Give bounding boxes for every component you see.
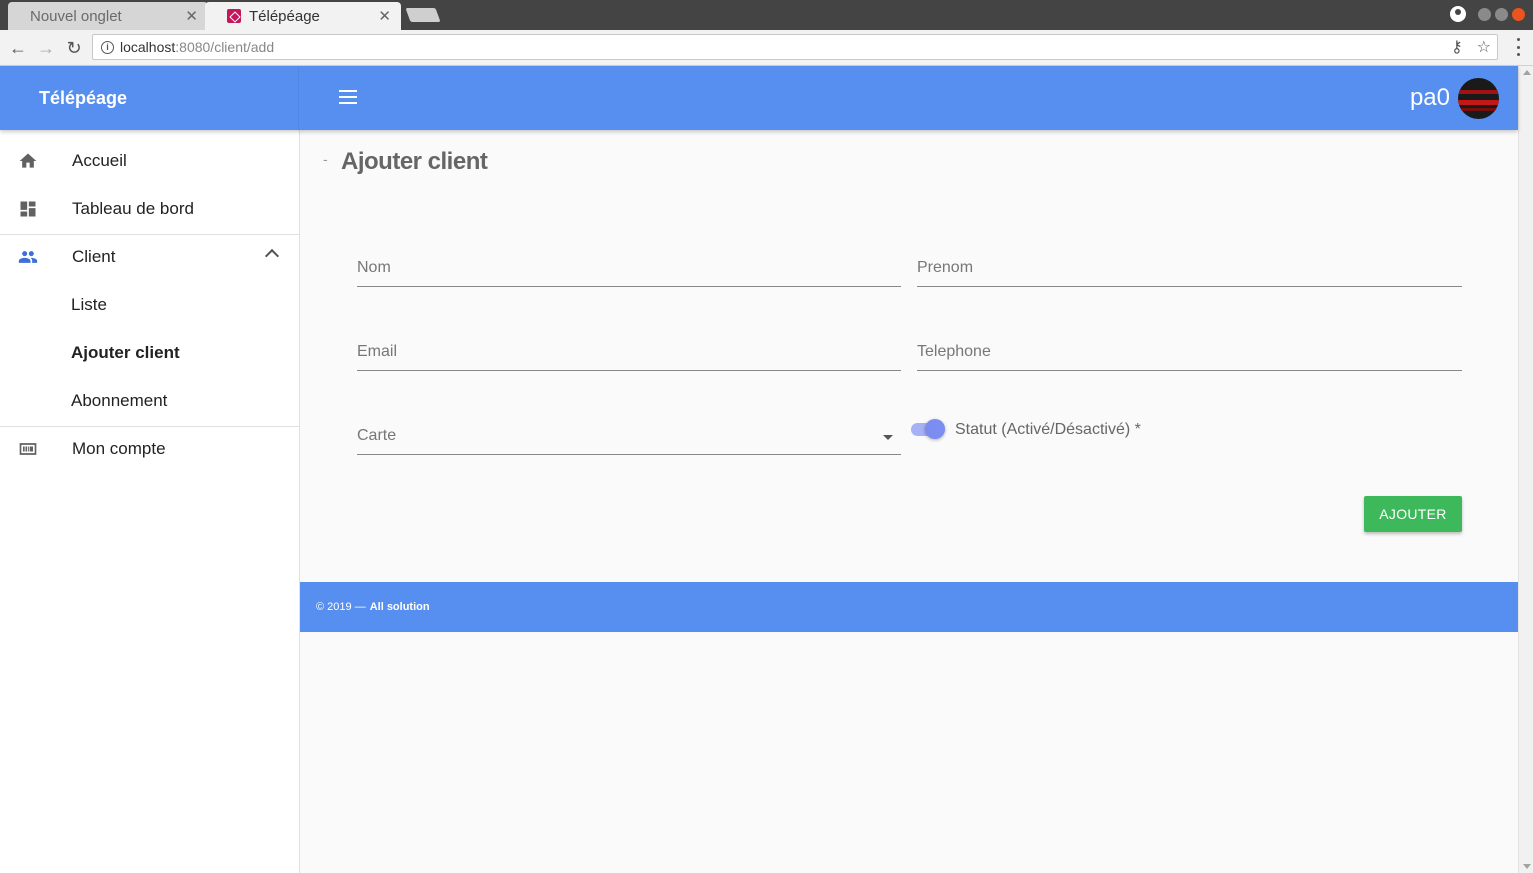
dashboard-icon bbox=[20, 201, 36, 217]
email-placeholder: Email bbox=[357, 343, 398, 360]
info-icon[interactable]: i bbox=[101, 40, 114, 54]
sidebar-item-label: Accueil bbox=[72, 151, 127, 170]
carte-placeholder: Carte bbox=[357, 427, 397, 444]
nom-placeholder: Nom bbox=[357, 259, 391, 276]
statut-toggle[interactable] bbox=[911, 419, 945, 439]
footer-copyright: © 2019 — bbox=[316, 601, 366, 613]
profile-icon[interactable] bbox=[1450, 6, 1466, 22]
chevron-up-icon[interactable] bbox=[264, 248, 280, 264]
sidebar-item-label: Liste bbox=[71, 295, 107, 314]
browser-tabstrip: Nouvel onglet ✕ Télépéage ✕ bbox=[0, 0, 1533, 30]
favicon-icon bbox=[227, 9, 241, 23]
telephone-placeholder: Telephone bbox=[917, 343, 991, 360]
brand-title[interactable]: Télépéage bbox=[0, 66, 299, 130]
forward-icon[interactable]: → bbox=[34, 36, 58, 60]
url-host: localhost bbox=[120, 39, 176, 55]
close-icon[interactable]: ✕ bbox=[378, 7, 391, 25]
reload-icon[interactable]: ↻ bbox=[62, 36, 86, 60]
maximize-button[interactable] bbox=[1495, 7, 1508, 21]
people-icon bbox=[18, 251, 38, 263]
statut-label: Statut (Activé/Désactivé) * bbox=[955, 421, 1141, 438]
url-path: :8080/client/add bbox=[175, 39, 275, 55]
ajouter-button[interactable]: AJOUTER bbox=[1364, 496, 1462, 532]
dropdown-arrow-icon[interactable] bbox=[883, 435, 893, 440]
scroll-up-icon[interactable] bbox=[1523, 70, 1531, 75]
sidebar: Accueil Tableau de bord Client Liste Ajo… bbox=[0, 130, 300, 873]
back-icon[interactable]: ← bbox=[6, 36, 30, 60]
title-marker: - bbox=[323, 151, 328, 167]
sidebar-item-tableau-de-bord[interactable]: Tableau de bord bbox=[0, 185, 299, 233]
footer-company: All solution bbox=[369, 601, 430, 613]
sidebar-item-liste[interactable]: Liste bbox=[0, 281, 299, 329]
window-controls bbox=[1450, 6, 1525, 22]
page-title: Ajouter client bbox=[341, 148, 488, 175]
browser-tab-new[interactable]: Nouvel onglet ✕ bbox=[8, 2, 208, 30]
minimize-button[interactable] bbox=[1478, 7, 1491, 21]
key-icon[interactable]: ⚷ bbox=[1451, 37, 1463, 57]
page-scrollbar[interactable] bbox=[1518, 66, 1533, 873]
sidebar-item-label: Tableau de bord bbox=[72, 199, 194, 218]
scroll-down-icon[interactable] bbox=[1523, 864, 1531, 869]
tab-label: Nouvel onglet bbox=[30, 7, 122, 25]
menu-icon[interactable] bbox=[339, 90, 357, 104]
prenom-field[interactable]: Prenom bbox=[917, 251, 1462, 287]
avatar[interactable] bbox=[1458, 78, 1499, 119]
tab-label: Télépéage bbox=[249, 7, 320, 25]
sidebar-item-ajouter-client[interactable]: Ajouter client bbox=[0, 329, 299, 377]
carte-select[interactable]: Carte bbox=[357, 419, 901, 455]
sidebar-item-label: Abonnement bbox=[71, 391, 168, 410]
sidebar-item-label: Mon compte bbox=[72, 439, 166, 458]
sidebar-item-accueil[interactable]: Accueil bbox=[0, 137, 299, 185]
prenom-placeholder: Prenom bbox=[917, 259, 974, 276]
telephone-field[interactable]: Telephone bbox=[917, 335, 1462, 371]
footer: © 2019 — All solution bbox=[300, 582, 1518, 632]
sidebar-item-mon-compte[interactable]: Mon compte bbox=[0, 425, 299, 473]
star-icon[interactable]: ☆ bbox=[1477, 37, 1491, 57]
sidebar-item-client[interactable]: Client bbox=[0, 233, 299, 281]
email-field[interactable]: Email bbox=[357, 335, 901, 371]
account-card-icon bbox=[19, 443, 37, 455]
new-tab-button[interactable] bbox=[405, 8, 441, 22]
close-icon[interactable]: ✕ bbox=[185, 7, 198, 25]
username: pa0 bbox=[1409, 84, 1450, 111]
sidebar-item-label: Ajouter client bbox=[71, 343, 180, 362]
sidebar-item-label: Client bbox=[72, 247, 116, 266]
sidebar-item-abonnement[interactable]: Abonnement bbox=[0, 377, 299, 425]
app-header: Télépéage pa0 bbox=[0, 66, 1518, 130]
close-window-button[interactable] bbox=[1512, 7, 1525, 21]
nom-field[interactable]: Nom bbox=[357, 251, 901, 287]
main-content: - Ajouter client Nom Prenom Email Teleph… bbox=[300, 130, 1518, 873]
browser-menu-icon[interactable] bbox=[1517, 38, 1521, 56]
browser-toolbar: ← → ↻ i localhost:8080/client/add ⚷ ☆ bbox=[0, 30, 1533, 66]
toggle-knob bbox=[925, 419, 945, 439]
browser-tab-telepeage[interactable]: Télépéage ✕ bbox=[205, 2, 401, 30]
home-icon bbox=[19, 153, 37, 168]
address-bar[interactable]: i localhost:8080/client/add ⚷ ☆ bbox=[92, 34, 1498, 60]
